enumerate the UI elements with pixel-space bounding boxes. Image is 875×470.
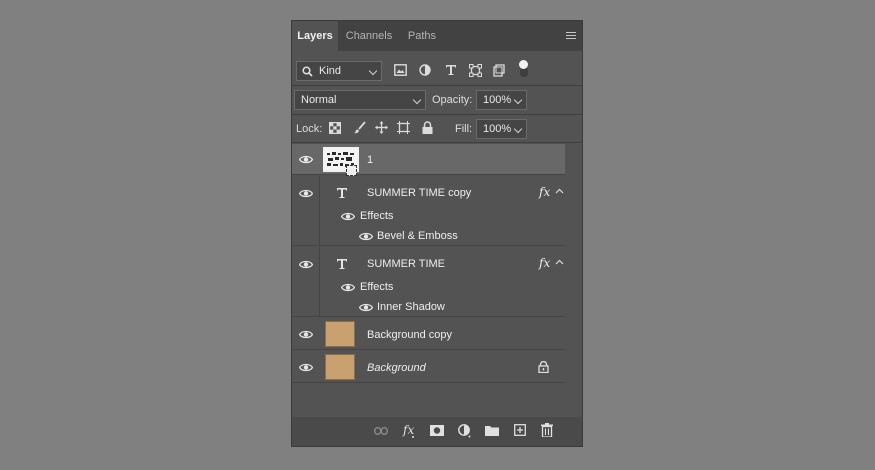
filter-kind-dropdown[interactable]: Kind — [296, 61, 382, 81]
filter-type-icon[interactable] — [445, 64, 457, 76]
visibility-eye-icon[interactable] — [299, 189, 313, 198]
smart-object-badge-icon — [346, 165, 357, 176]
layer-name[interactable]: SUMMER TIME copy — [367, 187, 471, 199]
tab-paths[interactable]: Paths — [400, 21, 444, 51]
fill-field[interactable]: 100% — [476, 119, 527, 139]
fx-badge-icon[interactable]: fx — [539, 256, 550, 270]
chevron-up-icon[interactable] — [555, 259, 564, 265]
lock-transparent-icon[interactable] — [329, 122, 341, 134]
fill-label: Fill: — [455, 123, 473, 135]
visibility-eye-icon[interactable] — [299, 155, 313, 164]
chevron-up-icon[interactable] — [555, 188, 564, 194]
visibility-eye-icon[interactable] — [299, 363, 313, 372]
fill-value: 100% — [483, 123, 512, 135]
filter-kind-label: Kind — [319, 65, 342, 77]
filter-shape-icon[interactable] — [469, 64, 482, 77]
filter-adjustment-icon[interactable] — [419, 64, 431, 76]
lock-icon[interactable] — [538, 361, 549, 373]
effects-label: Effects — [360, 281, 394, 293]
folder-icon[interactable] — [485, 425, 499, 436]
mask-icon[interactable] — [430, 425, 444, 436]
effects-eye-icon[interactable] — [341, 283, 355, 292]
layer-row-5[interactable]: Background — [292, 351, 565, 383]
opacity-value: 100% — [483, 94, 512, 106]
new-layer-icon[interactable] — [514, 424, 526, 436]
adjustment-icon[interactable] — [458, 424, 471, 438]
effect-eye-icon[interactable] — [359, 303, 373, 312]
blend-mode-dropdown[interactable]: Normal — [294, 90, 426, 110]
scrollbar[interactable] — [566, 144, 582, 414]
panel-menu-icon[interactable] — [566, 32, 576, 40]
layers-panel: Layers Channels Paths Kind Normal Opacit… — [291, 20, 583, 447]
layer-row-3[interactable]: SUMMER TIME fx Effects Inner Shadow — [292, 247, 565, 317]
layer-thumbnail-sand — [325, 354, 355, 380]
lock-label: Lock: — [296, 123, 323, 135]
text-layer-icon — [337, 188, 347, 198]
fx-badge-icon[interactable]: fx — [539, 185, 550, 199]
effects-label: Effects — [360, 210, 394, 222]
layer-row-2[interactable]: SUMMER TIME copy fx Effects Bevel & Embo… — [292, 176, 565, 246]
lock-all-icon[interactable] — [422, 121, 433, 134]
chevron-down-icon — [513, 124, 523, 134]
layer-row-1[interactable]: 1 — [292, 144, 565, 176]
fx-icon[interactable]: fx — [402, 423, 416, 439]
layer-name[interactable]: SUMMER TIME — [367, 258, 445, 270]
search-icon — [302, 66, 313, 77]
tab-bar: Layers Channels Paths — [292, 21, 582, 51]
layer-name[interactable]: 1 — [367, 154, 373, 166]
filter-smart-object-icon[interactable] — [493, 64, 505, 77]
layer-name[interactable]: Background — [367, 362, 426, 374]
divider — [292, 114, 582, 115]
link-icon[interactable] — [374, 427, 388, 435]
effect-name[interactable]: Bevel & Emboss — [377, 230, 458, 242]
divider — [292, 142, 582, 143]
tab-layers[interactable]: Layers — [292, 21, 338, 51]
visibility-eye-icon[interactable] — [299, 330, 313, 339]
opacity-field[interactable]: 100% — [476, 90, 527, 110]
lock-position-move-icon[interactable] — [375, 121, 388, 134]
lock-pixels-brush-icon[interactable] — [353, 121, 366, 134]
effect-eye-icon[interactable] — [359, 232, 373, 241]
filter-toggle-icon[interactable] — [519, 59, 529, 78]
chevron-down-icon — [412, 95, 422, 105]
chevron-down-icon — [513, 95, 523, 105]
svg-text:fx: fx — [402, 423, 414, 437]
layer-name[interactable]: Background copy — [367, 329, 452, 341]
lock-artboard-icon[interactable] — [397, 121, 410, 134]
layer-row-4[interactable]: Background copy — [292, 318, 565, 350]
filter-pixel-icon[interactable] — [394, 64, 407, 76]
chevron-down-icon — [368, 66, 378, 76]
tab-channels[interactable]: Channels — [340, 21, 398, 51]
visibility-eye-icon[interactable] — [299, 260, 313, 269]
blend-mode-value: Normal — [301, 94, 337, 106]
effects-eye-icon[interactable] — [341, 212, 355, 221]
text-layer-icon — [337, 259, 347, 269]
trash-icon[interactable] — [541, 423, 553, 437]
layer-thumbnail-sand — [325, 321, 355, 347]
divider — [292, 85, 582, 86]
effect-name[interactable]: Inner Shadow — [377, 301, 445, 313]
layers-footer-toolbar: fx — [292, 417, 582, 446]
opacity-label: Opacity: — [432, 94, 473, 106]
